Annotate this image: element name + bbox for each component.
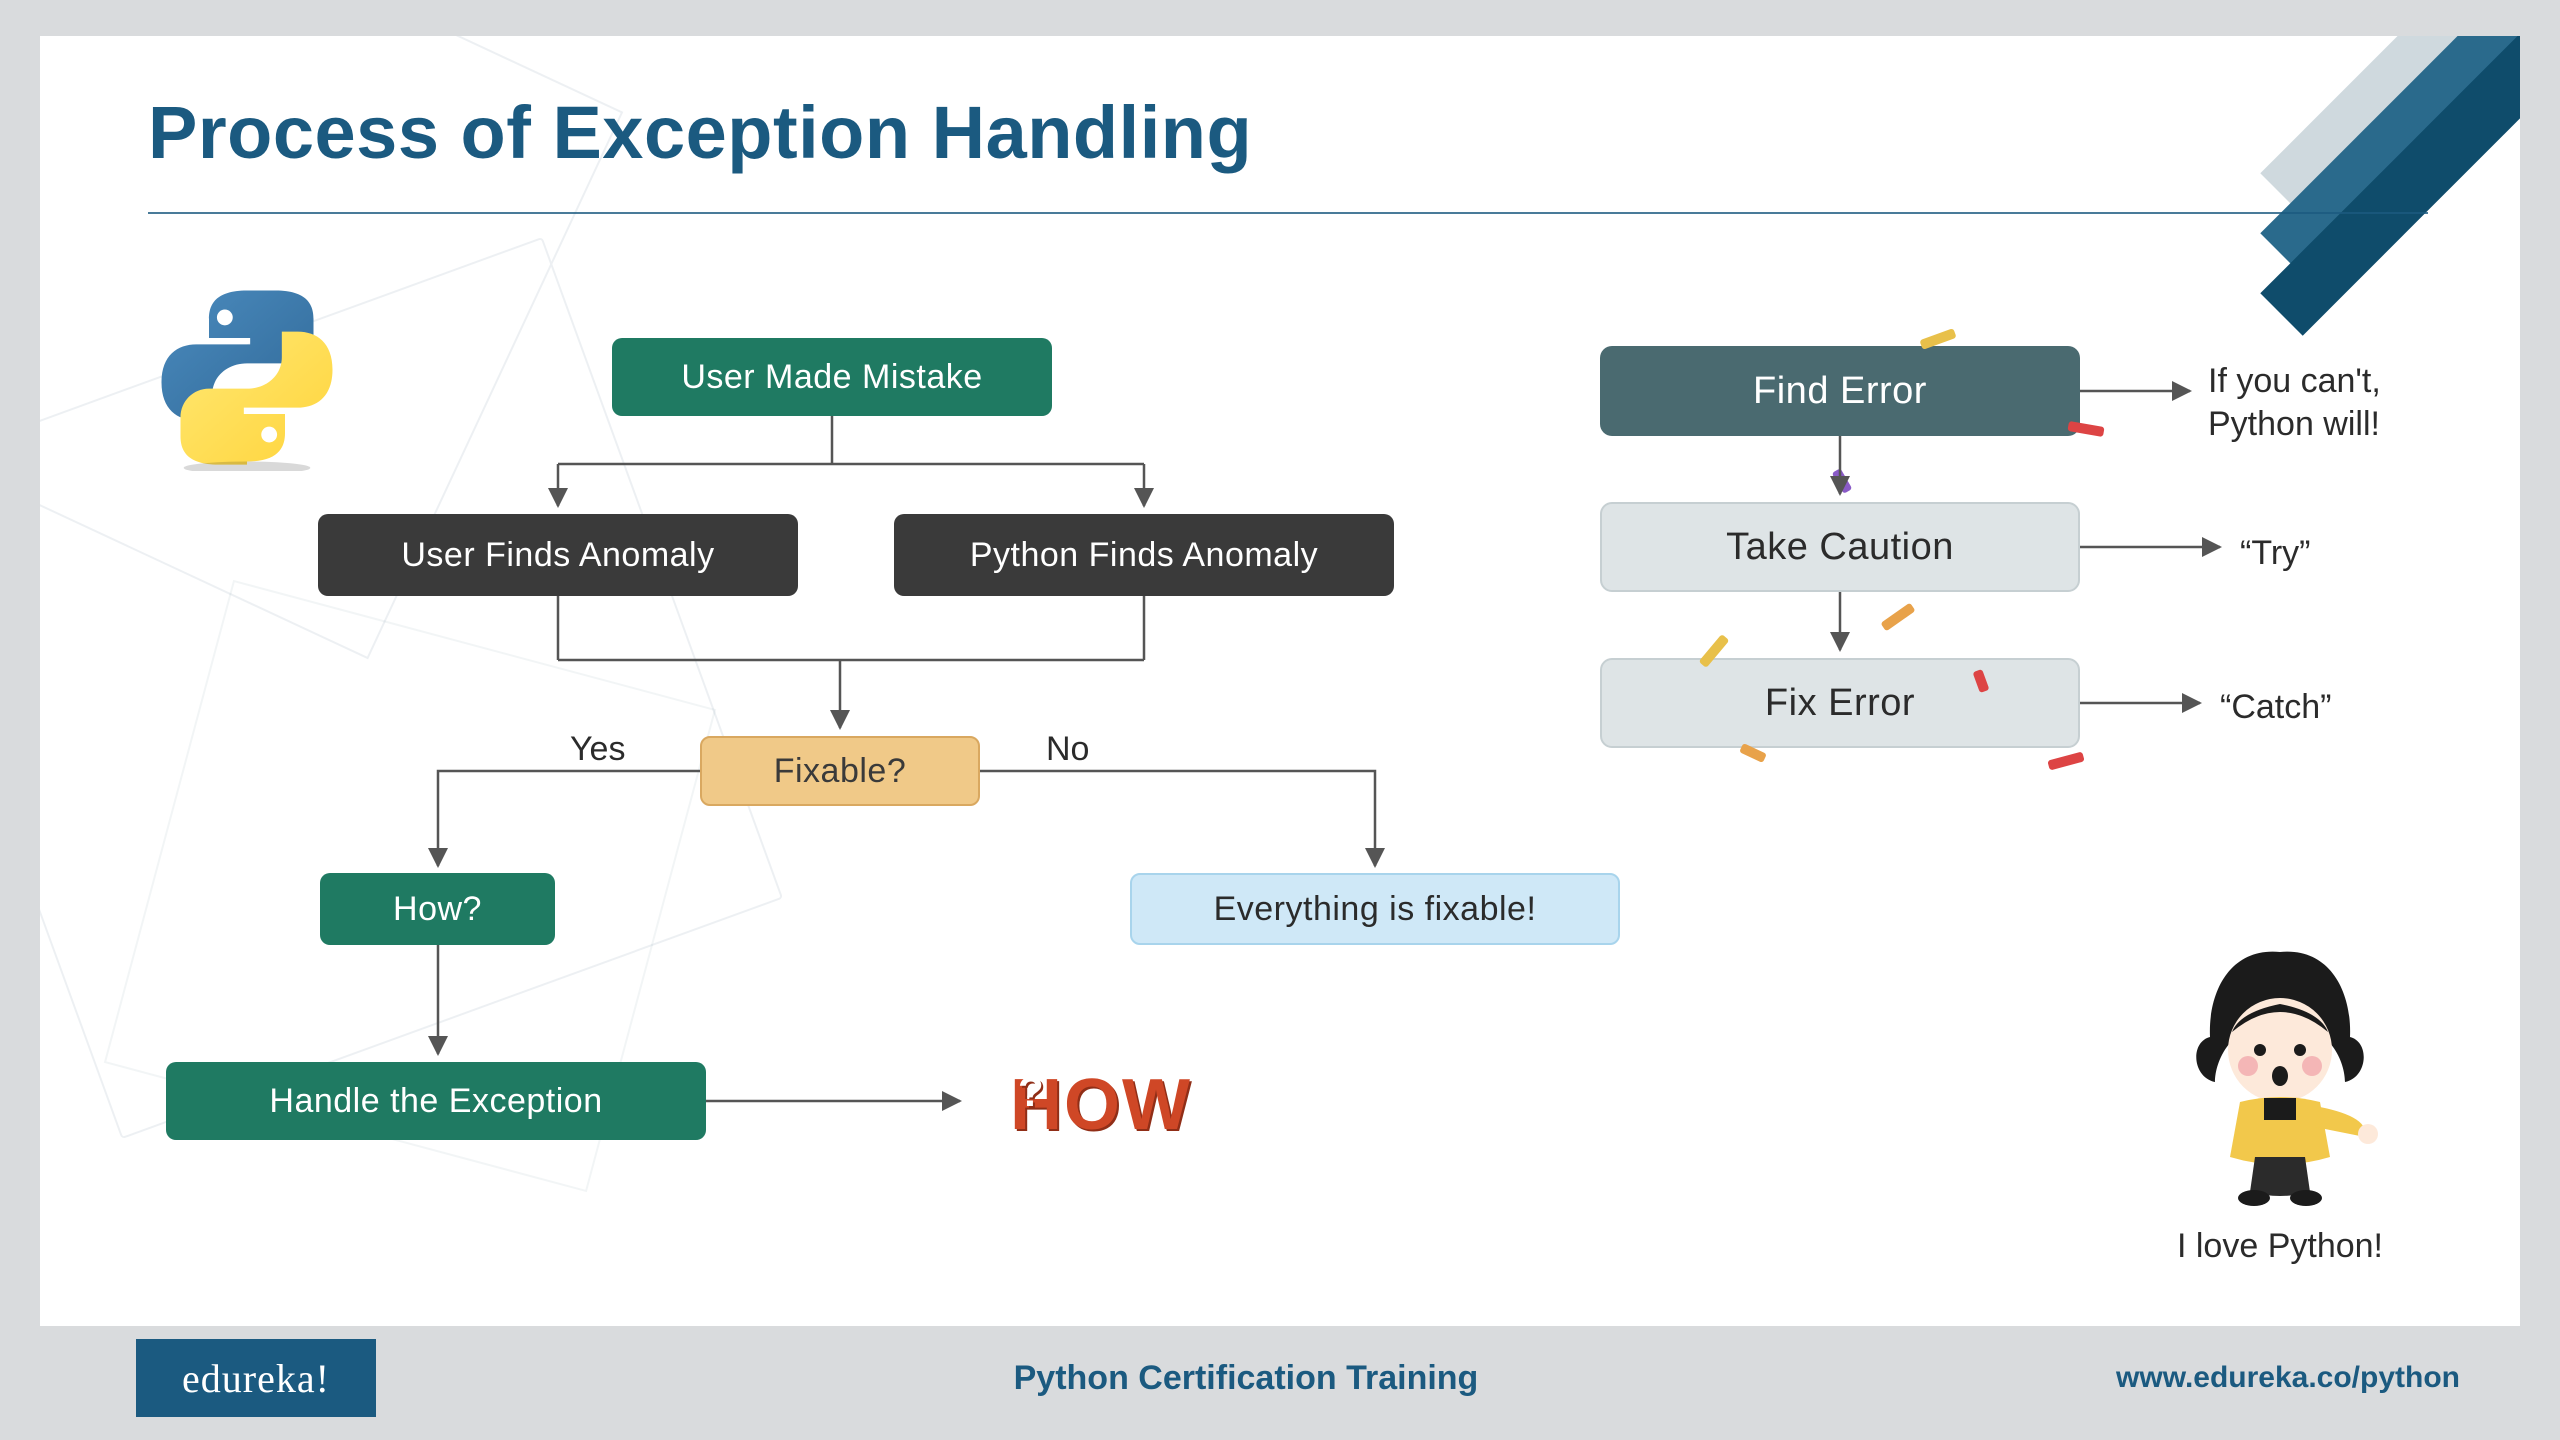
node-python-finds-anomaly: Python Finds Anomaly (894, 514, 1394, 596)
confetti-icon (2047, 752, 2084, 771)
node-everything-is-fixable: Everything is fixable! (1130, 873, 1620, 945)
confetti-icon (1832, 468, 1853, 494)
brand-badge: edureka! (136, 1339, 376, 1417)
node-take-caution: Take Caution (1600, 502, 2080, 592)
edge-label-no: No (1046, 730, 1089, 769)
character-caption: I love Python! (2170, 1227, 2390, 1266)
footer-url: www.edureka.co/python (2116, 1361, 2460, 1395)
node-user-made-mistake: User Made Mistake (612, 338, 1052, 416)
title-underline (148, 212, 2428, 214)
footer: edureka! Python Certification Training w… (40, 1334, 2520, 1422)
note-find-error: If you can't, Python will! (2208, 360, 2381, 445)
character-illustration: I love Python! (2170, 942, 2390, 1266)
how-graphic-icon: HOW (1010, 1064, 1192, 1146)
node-fix-error: Fix Error (1600, 658, 2080, 748)
slide: Process of Exception Handling User Made (40, 36, 2520, 1326)
girl-icon (2170, 942, 2390, 1212)
note-catch: “Catch” (2220, 686, 2331, 729)
node-handle-the-exception: Handle the Exception (166, 1062, 706, 1140)
node-find-error: Find Error (1600, 346, 2080, 436)
edge-label-yes: Yes (570, 730, 625, 769)
confetti-icon (1880, 603, 1915, 632)
note-try: “Try” (2240, 532, 2310, 575)
node-fixable: Fixable? (700, 736, 980, 806)
course-title: Python Certification Training (376, 1359, 2116, 1398)
python-logo-icon (152, 281, 342, 476)
node-how: How? (320, 873, 555, 945)
node-user-finds-anomaly: User Finds Anomaly (318, 514, 798, 596)
page-title: Process of Exception Handling (148, 90, 1252, 175)
